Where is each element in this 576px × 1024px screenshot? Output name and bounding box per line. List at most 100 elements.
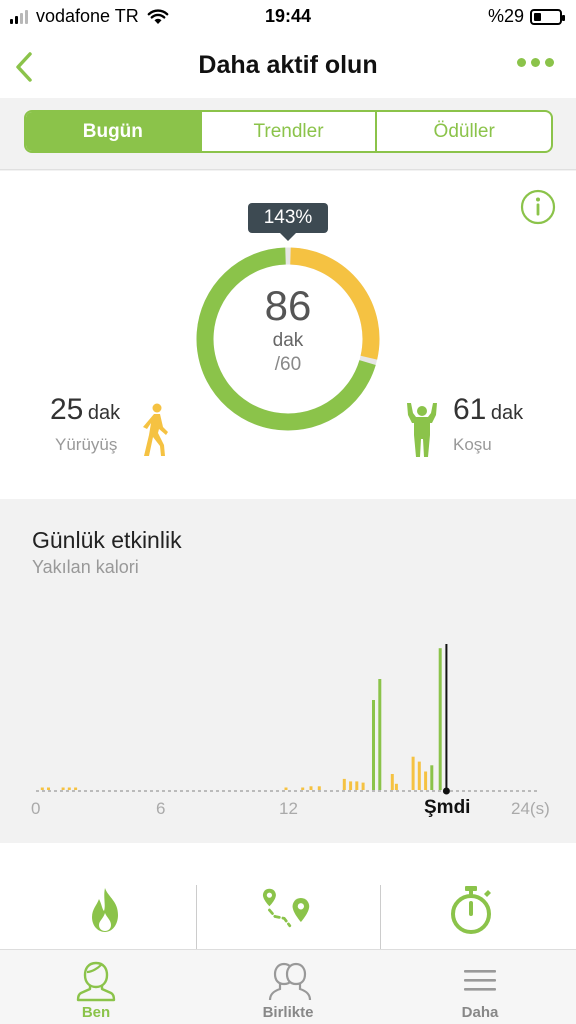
run-bar: [438, 648, 442, 790]
baseline-dot: [42, 790, 45, 792]
walk-bar: [355, 781, 359, 790]
baseline-dot: [468, 790, 471, 792]
baseline-dot: [462, 790, 465, 792]
tab-daha[interactable]: Daha: [384, 950, 576, 1024]
walk-summary: 25 dak: [50, 393, 120, 427]
baseline-dot: [288, 790, 291, 792]
tab-trends[interactable]: Trendler: [202, 112, 378, 151]
baseline-dot: [312, 790, 315, 792]
flame-icon[interactable]: [80, 885, 130, 935]
baseline-dot: [108, 790, 111, 792]
axis-label-12: 12: [279, 799, 298, 818]
total-unit: dak: [272, 330, 304, 351]
walk-bar: [47, 787, 50, 790]
people-icon: [268, 962, 312, 1001]
baseline-dot: [438, 790, 441, 792]
walk-label: Yürüyüş: [55, 435, 118, 454]
battery-percent: %29: [487, 6, 524, 26]
quick-icons-row: [0, 843, 576, 949]
tab-birlikte[interactable]: Birlikte: [192, 950, 384, 1024]
activity-ring-card: 143% 86 dak /60 25 dak Yürüyüş 61 dak Ko…: [0, 171, 576, 499]
status-bar: vodafone TR 19:44 %29: [0, 0, 576, 36]
baseline-dot: [414, 790, 417, 792]
baseline-dot: [54, 790, 57, 792]
baseline-dot: [168, 790, 171, 792]
baseline-dot: [396, 790, 399, 792]
walk-bar: [61, 787, 65, 790]
baseline-dot: [504, 790, 507, 792]
baseline-dot: [90, 790, 93, 792]
daily-activity-section: Günlük etkinlik Yakılan kalori 0 6 12 Şm…: [0, 499, 576, 843]
baseline-dot: [336, 790, 339, 792]
baseline-dot: [426, 790, 429, 792]
baseline-dot: [234, 790, 237, 792]
baseline-dot: [78, 790, 81, 792]
baseline-dot: [144, 790, 147, 792]
run-minutes: 61: [453, 393, 487, 426]
baseline-dot: [222, 790, 225, 792]
baseline-dot: [300, 790, 303, 792]
walk-bar: [67, 787, 71, 790]
baseline-dot: [294, 790, 297, 792]
route-icon[interactable]: [262, 885, 312, 935]
walk-bar: [390, 774, 394, 790]
percent-badge: 143%: [248, 203, 328, 241]
baseline-dot: [228, 790, 231, 792]
ring-center: 86 dak /60: [192, 283, 384, 377]
page-title: Daha aktif olun: [198, 51, 378, 79]
baseline-dot: [498, 790, 501, 792]
baseline-dot: [486, 790, 489, 792]
baseline-dot: [174, 790, 177, 792]
baseline-dot: [516, 790, 519, 792]
walk-unit: dak: [87, 402, 121, 424]
baseline-dot: [390, 790, 393, 792]
tab-today[interactable]: Bugün: [26, 112, 202, 151]
axis-label-6: 6: [156, 799, 166, 818]
stopwatch-icon[interactable]: [446, 885, 496, 935]
baseline-dot: [474, 790, 477, 792]
baseline-dot: [378, 790, 381, 792]
baseline-dot: [120, 790, 123, 792]
baseline-dot: [138, 790, 141, 792]
baseline-dot: [216, 790, 219, 792]
baseline-dot: [102, 790, 105, 792]
menu-icon: [464, 970, 496, 991]
walk-bar: [301, 787, 305, 790]
baseline-dot: [432, 790, 435, 792]
baseline-dot: [180, 790, 183, 792]
walk-minutes: 25: [50, 393, 84, 426]
tab-ben[interactable]: Ben: [0, 950, 192, 1024]
baseline-dot: [342, 790, 345, 792]
baseline-dot: [210, 790, 213, 792]
baseline-dot: [366, 790, 369, 792]
info-icon[interactable]: [520, 189, 556, 225]
baseline-dot: [330, 790, 333, 792]
battery-icon: [530, 8, 565, 25]
walk-bar: [317, 786, 321, 790]
walk-bar: [394, 783, 398, 790]
tab-awards[interactable]: Ödüller: [377, 112, 551, 151]
baseline-dot: [198, 790, 201, 792]
baseline-dot: [72, 790, 75, 792]
nav-bar: Daha aktif olun: [0, 36, 576, 98]
activity-chart: [36, 644, 537, 795]
more-options-icon[interactable]: [517, 58, 554, 67]
baseline-dot: [408, 790, 411, 792]
baseline-dot: [186, 790, 189, 792]
baseline-dot: [276, 790, 279, 792]
baseline-dot: [282, 790, 285, 792]
baseline-dot: [96, 790, 99, 792]
segment-bar: Bugün Trendler Ödüller: [0, 98, 576, 170]
run-bar: [378, 679, 382, 790]
baseline-dot: [522, 790, 525, 792]
walk-bar: [284, 787, 288, 790]
baseline-dot: [252, 790, 255, 792]
baseline-dot: [66, 790, 69, 792]
person-icon: [76, 961, 116, 1002]
run-bar: [430, 765, 434, 790]
baseline-dot: [162, 790, 165, 792]
axis-label-0: 0: [31, 799, 41, 818]
walking-person-icon: [143, 403, 168, 456]
baseline-dot: [480, 790, 483, 792]
run-unit: dak: [490, 402, 524, 424]
